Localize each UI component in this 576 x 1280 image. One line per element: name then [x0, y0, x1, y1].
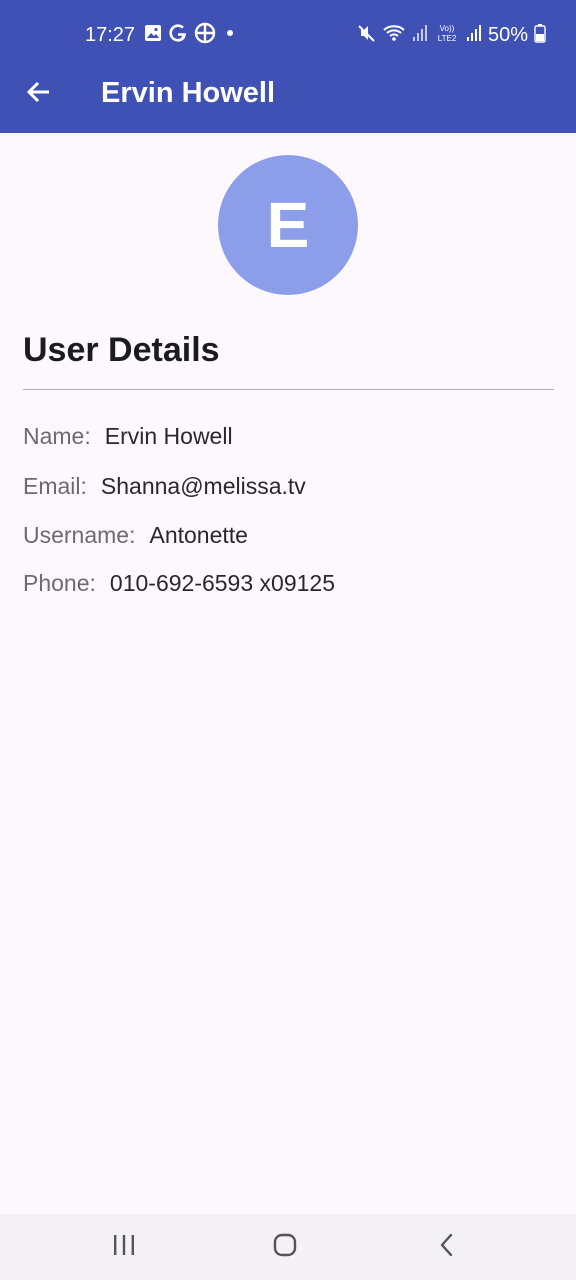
- detail-label: Email:: [23, 473, 87, 499]
- detail-label: Username:: [23, 522, 136, 548]
- wifi-icon: [382, 23, 406, 48]
- gallery-icon: [144, 24, 162, 47]
- recent-apps-icon: [111, 1233, 137, 1262]
- status-time: 17:27: [85, 24, 136, 46]
- back-button[interactable]: [18, 73, 60, 115]
- avatar-initial: E: [266, 189, 310, 261]
- back-icon: [435, 1232, 459, 1263]
- nav-back-button[interactable]: [424, 1230, 470, 1264]
- signal-icon: [412, 23, 428, 48]
- status-bar: 17:27 Vo)) LTE2 50%: [0, 0, 576, 66]
- detail-row-email: Email: Shanna@melissa.tv: [23, 471, 306, 501]
- detail-value: 010-692-6593 x09125: [109, 570, 335, 596]
- detail-row-name: Name: Ervin Howell: [23, 421, 233, 451]
- detail-value: Shanna@melissa.tv: [100, 473, 306, 499]
- avatar: E: [218, 155, 358, 295]
- page-title: Ervin Howell: [101, 77, 276, 109]
- mute-icon: [356, 23, 376, 48]
- home-button[interactable]: [262, 1230, 308, 1264]
- detail-value: Ervin Howell: [104, 423, 233, 449]
- arrow-left-icon: [25, 78, 53, 111]
- detail-row-phone: Phone: 010-692-6593 x09125: [23, 568, 335, 598]
- recent-apps-button[interactable]: [101, 1230, 147, 1264]
- svg-text:LTE2: LTE2: [438, 34, 457, 43]
- detail-row-username: Username: Antonette: [23, 520, 248, 550]
- divider: [23, 389, 554, 390]
- status-right-icons: Vo)) LTE2 50%: [356, 22, 546, 48]
- battery-icon: [534, 23, 546, 48]
- home-icon: [272, 1232, 298, 1263]
- detail-label: Phone:: [23, 570, 96, 596]
- signal-icon: [466, 23, 482, 48]
- detail-value: Antonette: [149, 522, 248, 548]
- svg-text:Vo)): Vo)): [440, 24, 455, 33]
- google-icon: [168, 23, 188, 48]
- app-icon: [194, 22, 216, 49]
- status-left-icons: [144, 22, 238, 49]
- detail-label: Name:: [23, 423, 91, 449]
- section-heading: User Details: [23, 331, 220, 369]
- dot-icon: [222, 25, 238, 46]
- battery-percent: 50%: [487, 24, 528, 46]
- app-bar: 17:27 Vo)) LTE2 50% Ervin Howell: [0, 0, 576, 133]
- volte-icon: Vo)) LTE2: [434, 22, 460, 49]
- system-nav-bar: [0, 1214, 576, 1280]
